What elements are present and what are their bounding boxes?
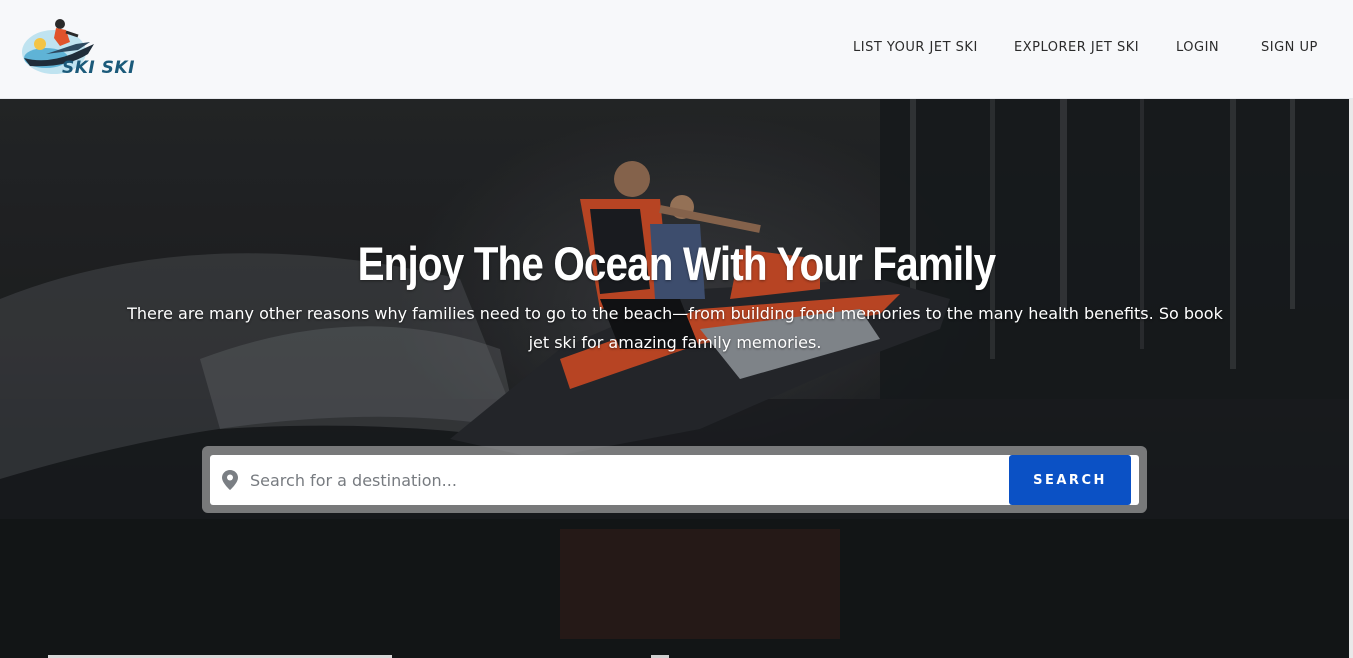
search-button[interactable]: SEARCH <box>1009 455 1131 505</box>
nav-explorer-jet-ski[interactable]: EXPLORER JET SKI <box>1014 40 1139 55</box>
destination-search-input[interactable] <box>250 455 1010 505</box>
hero-section <box>0 99 1353 658</box>
nav-sign-up[interactable]: SIGN UP <box>1261 40 1318 55</box>
nav-list-your-jet-ski[interactable]: LIST YOUR JET SKI <box>853 40 978 55</box>
map-pin-icon <box>222 470 238 490</box>
page-scrollbar[interactable] <box>1349 99 1353 658</box>
hero-subtitle: There are many other reasons why familie… <box>127 304 1223 352</box>
page: SKI SKI LIST YOUR JET SKI EXPLORER JET S… <box>0 0 1353 658</box>
hero-overlay <box>0 99 1353 658</box>
hero-title: Enjoy The Ocean With Your Family <box>357 237 997 290</box>
logo-text: SKI SKI <box>62 58 135 78</box>
search-bar: SEARCH <box>202 446 1147 513</box>
top-navbar: SKI SKI LIST YOUR JET SKI EXPLORER JET S… <box>0 0 1353 99</box>
search-field-container: SEARCH <box>210 455 1139 505</box>
site-logo[interactable]: SKI SKI <box>16 14 134 82</box>
nav-login[interactable]: LOGIN <box>1176 40 1219 55</box>
